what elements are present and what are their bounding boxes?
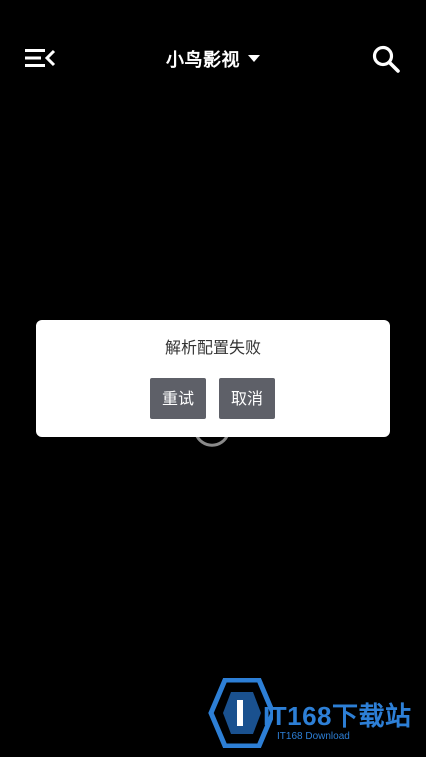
search-icon[interactable]	[371, 44, 401, 74]
cancel-button[interactable]: 取消	[219, 378, 276, 419]
error-dialog: 解析配置失败 重试 取消	[36, 320, 390, 437]
watermark-brand: IT168下载站	[263, 701, 412, 731]
watermark-subtitle: IT168 Download	[277, 731, 350, 742]
source-selector[interactable]: 小鸟影视	[0, 44, 426, 74]
app-title: 小鸟影视	[166, 50, 240, 71]
watermark: IT168下载站 IT168 Download	[207, 678, 417, 748]
top-app-bar: 小鸟影视	[0, 0, 426, 116]
caret-down-icon	[248, 55, 260, 62]
dialog-message: 解析配置失败	[164, 338, 261, 357]
retry-button[interactable]: 重试	[150, 378, 207, 419]
